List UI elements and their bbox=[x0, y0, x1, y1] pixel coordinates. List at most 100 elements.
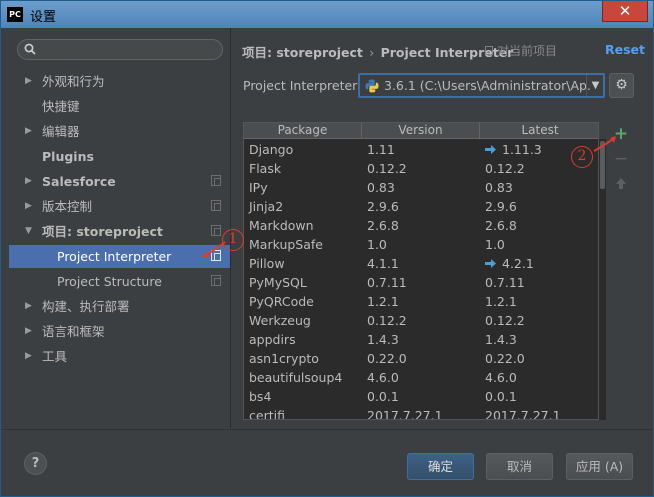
annotation-arrow-1 bbox=[201, 241, 226, 258]
gear-icon[interactable]: ⚙ bbox=[609, 73, 634, 98]
cell-version: 1.4.3 bbox=[367, 332, 399, 347]
window-title: 设置 bbox=[30, 10, 57, 25]
sidebar-item-label: 快捷键 bbox=[42, 99, 80, 114]
table-row[interactable]: asn1crypto 0.22.0 0.22.0 bbox=[244, 349, 598, 368]
project-scope-icon bbox=[211, 225, 221, 236]
cell-latest: 0.22.0 bbox=[485, 351, 525, 366]
column-header-latest[interactable]: Latest bbox=[480, 123, 598, 139]
project-scope-icon bbox=[485, 46, 493, 55]
chevron-right-icon[interactable]: ▶ bbox=[25, 170, 32, 193]
table-row[interactable]: Flask 0.12.2 0.12.2 bbox=[244, 159, 598, 178]
project-scope-icon bbox=[211, 200, 221, 211]
cell-package: Markdown bbox=[249, 218, 314, 233]
cell-version: 4.6.0 bbox=[367, 370, 399, 385]
table-row[interactable]: Pillow 4.1.1 4.2.1 bbox=[244, 254, 598, 273]
table-row[interactable]: MarkupSafe 1.0 1.0 bbox=[244, 235, 598, 254]
cell-version: 1.2.1 bbox=[367, 294, 399, 309]
table-scrollbar[interactable] bbox=[599, 139, 606, 420]
cancel-button[interactable]: 取消 bbox=[486, 453, 553, 480]
cell-latest: 0.12.2 bbox=[485, 313, 525, 328]
settings-window: PC 设置 ✕ ▶ 外观和行为 快捷键 ▶ 编辑器 Plugins ▶ Salesforce ▶… bbox=[0, 0, 654, 497]
search-input[interactable] bbox=[17, 39, 223, 60]
sidebar-item-label: 编辑器 bbox=[42, 124, 80, 139]
breadcrumb: 项目: storeproject › Project Interpreter bbox=[242, 42, 513, 61]
chevron-down-icon[interactable]: ▼ bbox=[25, 220, 32, 243]
title-bar[interactable]: PC 设置 ✕ bbox=[1, 1, 653, 28]
table-row[interactable]: IPy 0.83 0.83 bbox=[244, 178, 598, 197]
column-header-package[interactable]: Package bbox=[244, 123, 362, 139]
cell-version: 2.6.8 bbox=[367, 218, 399, 233]
cell-latest: 2.6.8 bbox=[485, 218, 517, 233]
chevron-right-icon[interactable]: ▶ bbox=[25, 120, 32, 143]
table-row[interactable]: Django 1.11 1.11.3 bbox=[244, 140, 598, 159]
cell-package: IPy bbox=[249, 180, 268, 195]
annotation-arrow-2 bbox=[593, 136, 616, 152]
table-row[interactable]: PyMySQL 0.7.11 0.7.11 bbox=[244, 273, 598, 292]
table-row[interactable]: appdirs 1.4.3 1.4.3 bbox=[244, 330, 598, 349]
sidebar-item-plugins[interactable]: Plugins bbox=[9, 145, 230, 168]
cell-package: Pillow bbox=[249, 256, 285, 271]
upgrade-arrow-icon[interactable] bbox=[612, 175, 630, 193]
reset-link[interactable]: Reset bbox=[605, 42, 645, 57]
cell-version: 0.7.11 bbox=[367, 275, 407, 290]
column-header-version[interactable]: Version bbox=[362, 123, 480, 139]
cell-version: 0.12.2 bbox=[367, 313, 407, 328]
table-row[interactable]: Werkzeug 0.12.2 0.12.2 bbox=[244, 311, 598, 330]
cell-package: PyQRCode bbox=[249, 294, 314, 309]
table-row[interactable]: PyQRCode 1.2.1 1.2.1 bbox=[244, 292, 598, 311]
cell-latest: 4.6.0 bbox=[485, 370, 517, 385]
chevron-right-icon[interactable]: ▶ bbox=[25, 345, 32, 368]
chevron-right-icon[interactable]: ▶ bbox=[25, 195, 32, 218]
dialog-footer: ? 确定 取消 应用 (A) bbox=[1, 429, 653, 496]
sidebar-item-appearance-behavior[interactable]: ▶ 外观和行为 bbox=[9, 70, 230, 93]
table-row[interactable]: bs4 0.0.1 0.0.1 bbox=[244, 387, 598, 406]
cell-version: 1.11 bbox=[367, 142, 395, 157]
search-icon bbox=[24, 43, 36, 55]
project-scope-icon bbox=[211, 275, 221, 286]
sidebar-item-tools[interactable]: ▶ 工具 bbox=[9, 345, 230, 368]
cell-latest: 1.11.3 bbox=[485, 140, 542, 159]
table-header: Package Version Latest bbox=[244, 123, 598, 139]
upgrade-available-icon bbox=[485, 259, 496, 268]
chevron-right-icon[interactable]: ▶ bbox=[25, 320, 32, 343]
cell-latest: 0.7.11 bbox=[485, 275, 525, 290]
sidebar-item-build-execution-deployment[interactable]: ▶ 构建、执行部署 bbox=[9, 295, 230, 318]
sidebar-item-salesforce[interactable]: ▶ Salesforce bbox=[9, 170, 230, 193]
cell-latest-text: 1.11.3 bbox=[502, 142, 542, 157]
cell-latest: 2.9.6 bbox=[485, 199, 517, 214]
ok-button[interactable]: 确定 bbox=[407, 453, 474, 480]
packages-table[interactable]: Package Version Latest Django 1.11 1.11.3 F… bbox=[243, 122, 599, 420]
sidebar-item-keymap[interactable]: 快捷键 bbox=[9, 95, 230, 118]
sidebar-item-label: 版本控制 bbox=[42, 199, 93, 214]
table-row[interactable]: certifi 2017.7.27.1 2017.7.27.1 bbox=[244, 406, 598, 420]
close-button[interactable]: ✕ bbox=[602, 1, 648, 22]
cell-package: PyMySQL bbox=[249, 275, 307, 290]
table-row[interactable]: beautifulsoup4 4.6.0 4.6.0 bbox=[244, 368, 598, 387]
cell-package: bs4 bbox=[249, 389, 272, 404]
help-button[interactable]: ? bbox=[24, 452, 47, 475]
breadcrumb-separator: › bbox=[369, 45, 375, 60]
apply-button[interactable]: 应用 (A) bbox=[566, 453, 633, 480]
cell-package: Werkzeug bbox=[249, 313, 311, 328]
pycharm-app-icon: PC bbox=[7, 7, 23, 22]
cell-package: asn1crypto bbox=[249, 351, 319, 366]
sidebar-item-project-structure[interactable]: Project Structure bbox=[9, 270, 230, 293]
interpreter-dropdown[interactable]: 3.6.1 (C:\Users\Administrator\Ap... ▼ bbox=[358, 73, 605, 98]
chevron-down-icon[interactable]: ▼ bbox=[586, 75, 604, 96]
sidebar-item-version-control[interactable]: ▶ 版本控制 bbox=[9, 195, 230, 218]
cell-version: 0.83 bbox=[367, 180, 395, 195]
chevron-right-icon[interactable]: ▶ bbox=[25, 70, 32, 93]
project-interpreter-panel: 项目: storeproject › Project Interpreter 对… bbox=[230, 28, 653, 428]
table-row[interactable]: Jinja2 2.9.6 2.9.6 bbox=[244, 197, 598, 216]
chevron-right-icon[interactable]: ▶ bbox=[25, 295, 32, 318]
table-row[interactable]: Markdown 2.6.8 2.6.8 bbox=[244, 216, 598, 235]
sidebar-item-languages-frameworks[interactable]: ▶ 语言和框架 bbox=[9, 320, 230, 343]
sidebar-item-label: 语言和框架 bbox=[42, 324, 105, 339]
sidebar-item-label: Salesforce bbox=[42, 174, 116, 189]
cell-latest: 2017.7.27.1 bbox=[485, 408, 561, 420]
cell-package: MarkupSafe bbox=[249, 237, 323, 252]
interpreter-value: 3.6.1 (C:\Users\Administrator\Ap... bbox=[384, 78, 592, 93]
cell-version: 2017.7.27.1 bbox=[367, 408, 443, 420]
cell-version: 1.0 bbox=[367, 237, 387, 252]
sidebar-item-editor[interactable]: ▶ 编辑器 bbox=[9, 120, 230, 143]
